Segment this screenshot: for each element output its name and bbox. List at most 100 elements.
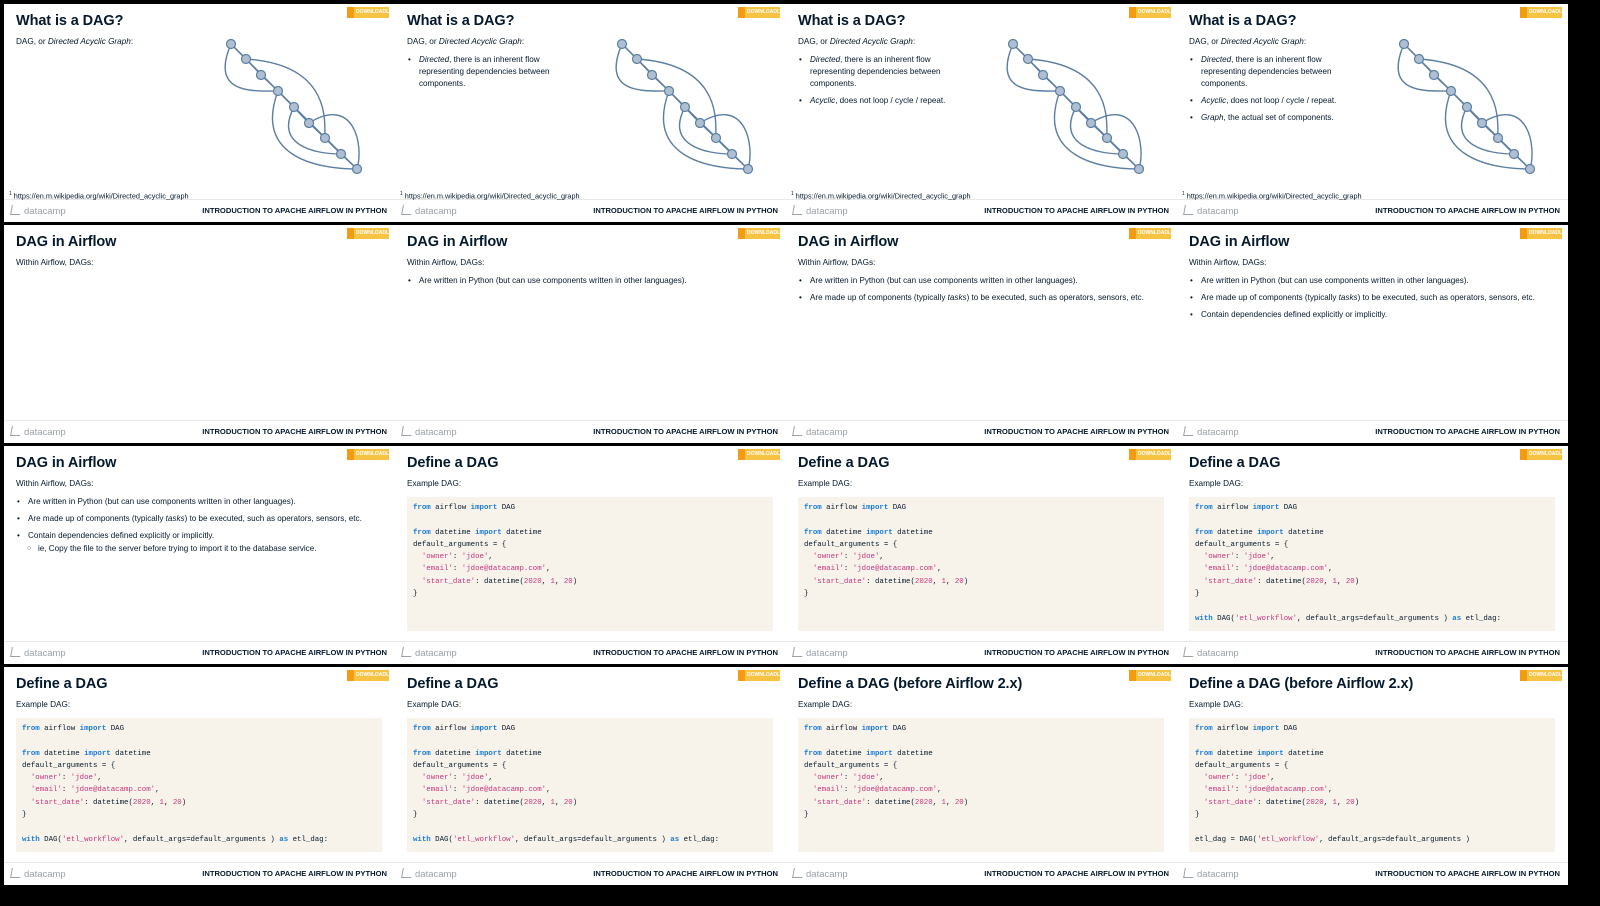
slide-12[interactable]: DOWNLOADLY.IR datacamp INTRODUCTION TO APA… bbox=[4, 667, 395, 885]
code-token: datetime bbox=[1283, 528, 1324, 537]
code-token: from bbox=[1195, 528, 1213, 537]
code-token: import bbox=[866, 749, 893, 758]
slide-footer: datacamp INTRODUCTION TO APACHE AIRFLOW I… bbox=[395, 199, 786, 222]
code-token: etl_dag: bbox=[679, 835, 720, 844]
dag-node bbox=[255, 69, 267, 81]
code-token: 2020 bbox=[914, 577, 933, 586]
code-token: , bbox=[879, 774, 884, 783]
bullet-item: Are made up of components (typically tas… bbox=[17, 513, 381, 525]
bullet-text: Are made up of components (typically bbox=[810, 293, 948, 302]
course-title: INTRODUCTION TO APACHE AIRFLOW IN PYTHON bbox=[593, 648, 778, 657]
dag-node bbox=[710, 132, 722, 144]
code-token: datetime bbox=[892, 528, 933, 537]
bullet-list: Are written in Python (but can use compo… bbox=[407, 275, 772, 292]
code-line: 'email': 'jdoe@datacamp.com', bbox=[22, 786, 376, 798]
code-token: import bbox=[861, 725, 889, 733]
code-token: with bbox=[1195, 614, 1213, 623]
code-token: , bbox=[932, 798, 942, 807]
code-token: etl_dag: bbox=[288, 835, 329, 844]
code-token: , default_args=default_arguments ) bbox=[1319, 835, 1470, 844]
code-token: from bbox=[1195, 749, 1213, 758]
code-token: import bbox=[475, 749, 502, 758]
slide-7[interactable]: DOWNLOADLY.IR datacamp INTRODUCTION TO APA… bbox=[1177, 225, 1568, 443]
slide-3[interactable]: DOWNLOADLY.IR datacamp INTRODUCTION TO APA… bbox=[1177, 4, 1568, 222]
code-token: 'jdoe' bbox=[852, 553, 880, 562]
footnote: 1 https://en.m.wikipedia.org/wiki/Direct… bbox=[9, 191, 189, 200]
code-token: , bbox=[1323, 577, 1333, 586]
slide-4[interactable]: DOWNLOADLY.IR datacamp INTRODUCTION TO APA… bbox=[4, 225, 395, 443]
slide-1[interactable]: DOWNLOADLY.IR datacamp INTRODUCTION TO APA… bbox=[395, 4, 786, 222]
bullet-list: Are written in Python (but can use compo… bbox=[1189, 275, 1554, 326]
code-token: , bbox=[150, 798, 160, 807]
code-token: from bbox=[804, 749, 822, 758]
code-token: 'jdoe' bbox=[461, 774, 489, 783]
bullet-list: Directed, there is an inherent flow repr… bbox=[798, 54, 968, 112]
code-token: : bbox=[61, 774, 71, 783]
brand-name: datacamp bbox=[806, 648, 848, 659]
slide-footer: datacamp INTRODUCTION TO APACHE AIRFLOW I… bbox=[395, 420, 786, 443]
dag-node bbox=[631, 53, 643, 65]
slide-0[interactable]: DOWNLOADLY.IR datacamp INTRODUCTION TO APA… bbox=[4, 4, 395, 222]
dag-node bbox=[1428, 69, 1440, 81]
bullet-list: Are written in Python (but can use compo… bbox=[16, 496, 381, 560]
brand-name: datacamp bbox=[806, 427, 848, 438]
slide-footer: datacamp INTRODUCTION TO APACHE AIRFLOW I… bbox=[4, 199, 395, 222]
code-token: 'owner' bbox=[1195, 553, 1235, 562]
code-token: default_arguments = { bbox=[804, 540, 898, 549]
slide-11[interactable]: DOWNLOADLY.IR datacamp INTRODUCTION TO APA… bbox=[1177, 446, 1568, 664]
course-title: INTRODUCTION TO APACHE AIRFLOW IN PYTHON bbox=[202, 206, 387, 215]
code-token: DAG bbox=[106, 725, 125, 733]
footnote-link: https://en.m.wikipedia.org/wiki/Directed… bbox=[793, 191, 971, 201]
code-token: from bbox=[413, 504, 431, 512]
course-title: INTRODUCTION TO APACHE AIRFLOW IN PYTHON bbox=[593, 427, 778, 436]
code-token: , default_args=default_arguments ) bbox=[515, 835, 671, 844]
code-token: import bbox=[470, 504, 498, 512]
brand-name: datacamp bbox=[415, 206, 457, 217]
footnote: 1 https://en.m.wikipedia.org/wiki/Direct… bbox=[791, 191, 971, 200]
course-title: INTRODUCTION TO APACHE AIRFLOW IN PYTHON bbox=[593, 869, 778, 878]
code-token: import bbox=[1252, 725, 1280, 733]
slide-5[interactable]: DOWNLOADLY.IR datacamp INTRODUCTION TO APA… bbox=[395, 225, 786, 443]
datacamp-mark-icon bbox=[1183, 647, 1195, 657]
slide-15[interactable]: DOWNLOADLY.IR datacamp INTRODUCTION TO APA… bbox=[1177, 667, 1568, 885]
code-token: 'jdoe@datacamp.com' bbox=[1243, 565, 1329, 574]
footnote: 1 https://en.m.wikipedia.org/wiki/Direct… bbox=[1182, 191, 1362, 200]
code-token: 2020 bbox=[1305, 577, 1324, 586]
code-token: : bbox=[1234, 774, 1244, 783]
datacamp-logo: datacamp bbox=[792, 868, 848, 880]
slide-9[interactable]: DOWNLOADLY.IR datacamp INTRODUCTION TO APA… bbox=[395, 446, 786, 664]
code-token: import bbox=[79, 725, 107, 733]
code-token: DAG( bbox=[430, 835, 453, 844]
slide-subtitle: DAG, or Directed Acyclic Graph: bbox=[407, 37, 524, 46]
code-token: datetime bbox=[430, 749, 476, 758]
code-token: datetime bbox=[1283, 749, 1324, 758]
subtitle-prefix: DAG, or bbox=[16, 37, 48, 46]
code-line: } bbox=[1195, 590, 1549, 602]
slide-8[interactable]: DOWNLOADLY.IR datacamp INTRODUCTION TO APA… bbox=[4, 446, 395, 664]
slide-title: Define a DAG bbox=[798, 455, 890, 471]
code-token: , bbox=[546, 565, 551, 574]
slide-footer: datacamp INTRODUCTION TO APACHE AIRFLOW I… bbox=[786, 641, 1177, 664]
code-line: } bbox=[804, 811, 1158, 823]
code-token: ) bbox=[963, 577, 969, 586]
bullet-text: ) to be executed, such as operators, sen… bbox=[966, 293, 1144, 302]
code-token: , bbox=[1328, 786, 1333, 795]
code-token: from bbox=[22, 725, 40, 733]
code-token: : datetime( bbox=[1257, 798, 1306, 807]
slide-subtitle: Example DAG: bbox=[16, 700, 71, 709]
code-token: 20 bbox=[1345, 798, 1355, 807]
code-token: , default_args=default_arguments ) bbox=[124, 835, 280, 844]
dag-node bbox=[1101, 132, 1113, 144]
slide-subtitle: Example DAG: bbox=[1189, 700, 1244, 709]
slide-footer: datacamp INTRODUCTION TO APACHE AIRFLOW I… bbox=[4, 862, 395, 885]
subtitle-em: Directed Acyclic Graph bbox=[1220, 37, 1304, 46]
slide-14[interactable]: DOWNLOADLY.IR datacamp INTRODUCTION TO APA… bbox=[786, 667, 1177, 885]
slide-title: Define a DAG bbox=[407, 676, 499, 692]
slide-6[interactable]: DOWNLOADLY.IR datacamp INTRODUCTION TO APA… bbox=[786, 225, 1177, 443]
slide-13[interactable]: DOWNLOADLY.IR datacamp INTRODUCTION TO APA… bbox=[395, 667, 786, 885]
slide-10[interactable]: DOWNLOADLY.IR datacamp INTRODUCTION TO APA… bbox=[786, 446, 1177, 664]
code-token: default_arguments = { bbox=[804, 761, 898, 770]
slide-2[interactable]: DOWNLOADLY.IR datacamp INTRODUCTION TO APA… bbox=[786, 4, 1177, 222]
